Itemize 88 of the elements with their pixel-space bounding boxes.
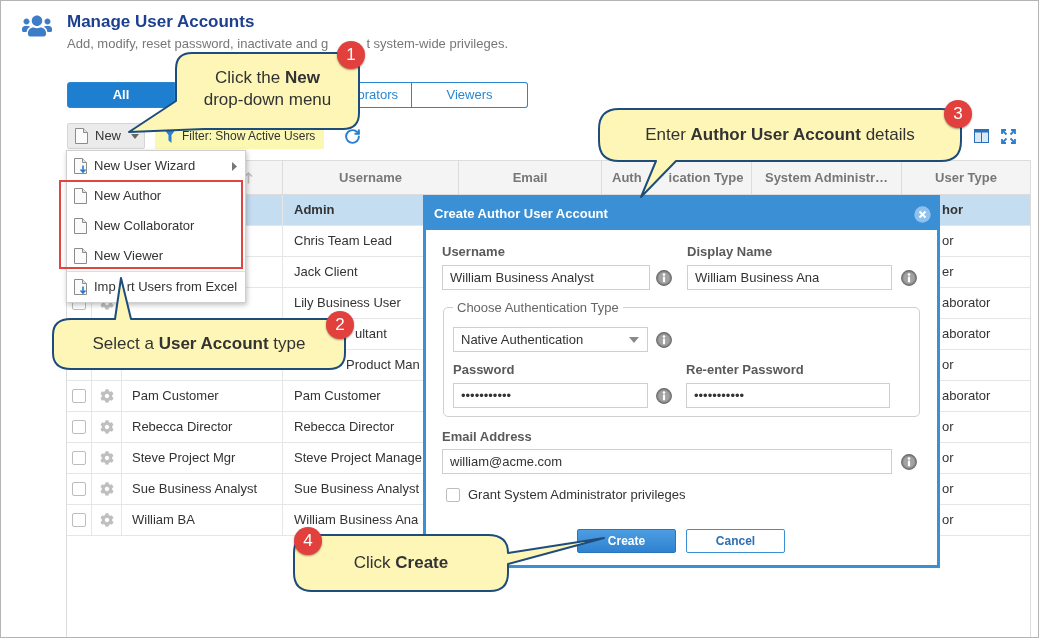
username-field[interactable]: William Business Analyst: [442, 265, 650, 290]
sort-arrow-icon[interactable]: [244, 171, 253, 184]
username-text: Lily Business User: [294, 294, 401, 313]
info-icon: [656, 269, 672, 286]
row-checkbox[interactable]: [72, 389, 86, 403]
menu-item[interactable]: New Collaborator: [67, 211, 245, 241]
page-icon: [75, 128, 88, 144]
display-name-text: William BA: [132, 511, 195, 530]
page-icon: [74, 248, 87, 264]
menu-item[interactable]: New Viewer: [67, 241, 245, 271]
column-header[interactable]: Email: [512, 167, 548, 188]
info-icon: [901, 269, 917, 286]
cancel-button[interactable]: Cancel: [686, 528, 785, 553]
user-type-text: or: [942, 418, 954, 437]
user-type-text: or: [942, 511, 954, 530]
username-text: William Business Ana: [294, 511, 419, 530]
gear-icon[interactable]: [99, 482, 114, 496]
close-icon[interactable]: [914, 205, 931, 223]
field-label: Password: [453, 362, 515, 378]
user-type-text: or: [942, 449, 954, 468]
username-text: Rebecca Director: [294, 418, 395, 437]
username-text: Product Man: [346, 356, 420, 375]
menu-item[interactable]: New Author: [67, 181, 245, 211]
password-field[interactable]: •••••••••••: [453, 383, 648, 408]
gear-icon[interactable]: [99, 451, 114, 465]
menu-item[interactable]: New User Wizard: [67, 151, 245, 181]
column-header[interactable]: User Type: [935, 167, 997, 188]
menu-item[interactable]: Imp rt Users from Excel: [67, 272, 245, 302]
username-text: Jack Client: [294, 263, 358, 282]
field-label: Username: [442, 244, 505, 260]
new-button[interactable]: New: [67, 123, 145, 149]
tab[interactable]: Viewers: [412, 82, 528, 108]
user-type-text: hor: [942, 201, 963, 220]
info-icon: [901, 453, 917, 470]
admin-checkbox[interactable]: [446, 487, 460, 502]
field-label: Re-enter Password: [686, 362, 804, 378]
user-type-text: aborator: [942, 325, 991, 344]
display-name-field[interactable]: William Business Ana: [687, 265, 892, 290]
field-label: Email Address: [442, 429, 532, 445]
page-icon: [74, 188, 87, 204]
user-type-text: aborator: [942, 294, 991, 313]
confirm-password-field[interactable]: •••••••••••: [686, 383, 890, 408]
username-text: Chris Team Lead: [294, 232, 393, 251]
username-text: Pam Customer: [294, 387, 381, 406]
username-text: Sue Business Analyst: [294, 480, 420, 499]
column-header[interactable]: Username: [339, 167, 402, 188]
display-name-text: Sue Business Analyst: [132, 480, 258, 499]
auth-type-select[interactable]: Native Authentication: [453, 327, 648, 352]
expand-icon[interactable]: [1001, 128, 1016, 144]
page-arrow-icon: [74, 158, 87, 174]
row-checkbox[interactable]: [72, 513, 86, 527]
field-label: Display Name: [687, 244, 773, 260]
subtitle-text: Add, modify, reset password, inactivate and g: [67, 36, 329, 52]
column-header[interactable]: Auth: [612, 167, 642, 188]
subtitle-text: t system-wide privileges.: [366, 36, 508, 52]
gear-icon[interactable]: [99, 389, 114, 403]
row-checkbox[interactable]: [72, 420, 86, 434]
page-title: Manage User Accounts: [67, 12, 255, 32]
row-checkbox[interactable]: [72, 482, 86, 496]
username-text: Steve Project Manage: [294, 449, 422, 468]
info-icon: [656, 331, 672, 348]
user-type-text: er: [942, 263, 954, 282]
gear-icon[interactable]: [99, 513, 114, 527]
username-text: Admin: [294, 201, 335, 220]
user-type-text: aborator: [942, 387, 991, 406]
display-name-text: Pam Customer: [132, 387, 219, 406]
display-name-text: Steve Project Mgr: [132, 449, 236, 468]
page-icon: [74, 218, 87, 234]
column-header[interactable]: System Administr…: [764, 167, 889, 188]
user-type-text: or: [942, 480, 954, 499]
checkbox-label: Grant System Administrator privileges: [468, 486, 686, 504]
step-badge: 3: [944, 100, 972, 128]
display-name-text: Rebecca Director: [132, 418, 233, 437]
page-arrow-icon: [74, 279, 87, 295]
refresh-icon[interactable]: [344, 127, 362, 145]
tab[interactable]: All: [67, 82, 175, 108]
gear-icon[interactable]: [99, 420, 114, 434]
step-badge: 1: [337, 41, 365, 69]
dialog-title: Create Author User Account: [434, 205, 608, 224]
columns-icon[interactable]: [974, 129, 989, 143]
user-type-text: or: [942, 232, 954, 251]
info-icon: [656, 387, 672, 404]
column-header[interactable]: ication Type: [668, 167, 744, 188]
username-text: ultant: [355, 325, 387, 344]
row-checkbox[interactable]: [72, 451, 86, 465]
email-field[interactable]: william@acme.com: [442, 449, 892, 474]
caret-icon: [629, 336, 639, 343]
user-type-text: or: [942, 356, 954, 375]
